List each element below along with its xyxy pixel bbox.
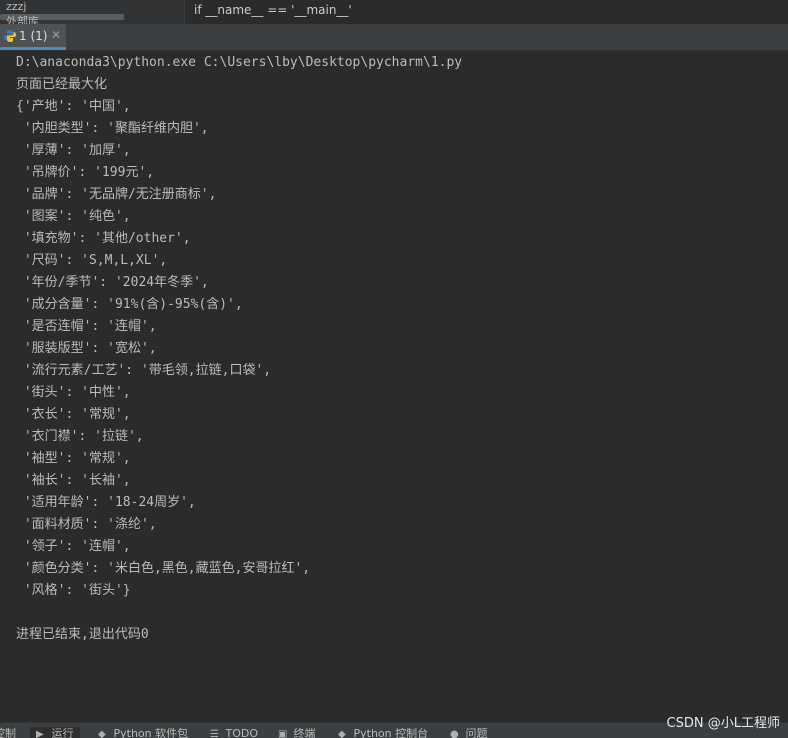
console-line: '衣长': '常规',	[16, 407, 131, 422]
tool-window-console[interactable]: 控制	[0, 727, 16, 738]
project-folder-label[interactable]: zzzj	[6, 0, 26, 13]
watermark: CSDN @小L工程师	[666, 716, 780, 731]
close-icon[interactable]: ✕	[51, 28, 61, 42]
console-line: {'产地': '中国',	[16, 99, 131, 114]
console-line: '领子': '连帽',	[16, 539, 131, 554]
run-tab-bar: 1 (1) ✕	[0, 24, 788, 51]
console-line: '服装版型': '宽松',	[16, 341, 157, 356]
console-line: D:\anaconda3\python.exe C:\Users\lby\Des…	[16, 55, 463, 70]
console-line: '袖长': '长袖',	[16, 473, 131, 488]
tool-window-terminal[interactable]: ▣ 终端	[278, 727, 316, 738]
tool-window-todo[interactable]: ☰ TODO	[210, 727, 258, 738]
project-panel: zzzj 外部库	[0, 0, 185, 24]
run-console-output[interactable]: D:\anaconda3\python.exe C:\Users\lby\Des…	[16, 52, 776, 646]
console-line: '尺码': 'S,M,L,XL',	[16, 253, 168, 268]
console-line: 页面已经最大化	[16, 77, 108, 92]
top-strip: zzzj 外部库 if __name__ == '__main__'	[0, 0, 788, 24]
console-line: '适用年龄': '18-24周岁',	[16, 495, 196, 510]
console-line: '流行元素/工艺': '带毛领,拉链,口袋',	[16, 363, 272, 378]
tool-window-todo-label: TODO	[225, 727, 259, 738]
console-line: '面料材质': '涤纶',	[16, 517, 157, 532]
console-line: '吊牌价': '199元',	[16, 165, 155, 180]
tool-window-run-label: 运行	[51, 727, 74, 738]
console-line: '衣门襟': '拉链',	[16, 429, 144, 444]
tool-window-python-packages-label: Python 软件包	[113, 727, 189, 738]
tool-window-python-console[interactable]: ◆ Python 控制台	[338, 727, 428, 738]
console-line: '是否连帽': '连帽',	[16, 319, 157, 334]
console-line: '街头': '中性',	[16, 385, 131, 400]
python-icon	[4, 30, 16, 42]
tool-window-console-label: 控制	[0, 727, 16, 738]
tool-window-python-console-label: Python 控制台	[353, 727, 429, 738]
tool-window-terminal-label: 终端	[293, 727, 316, 738]
tool-window-problems-label: 问题	[465, 727, 488, 738]
console-line: '颜色分类': '米白色,黑色,藏蓝色,安哥拉红',	[16, 561, 311, 576]
tool-window-run[interactable]: ▶ 运行	[30, 727, 80, 738]
run-tab-label: 1 (1)	[19, 29, 48, 43]
console-line: '成分含量': '91%(含)-95%(含)',	[16, 297, 243, 312]
run-tab[interactable]: 1 (1) ✕	[0, 24, 66, 50]
console-line: '风格': '街头'}	[16, 583, 131, 598]
console-line: 进程已结束,退出代码0	[16, 627, 149, 642]
editor-code-line[interactable]: if __name__ == '__main__'	[194, 3, 352, 17]
external-libraries-label[interactable]: 外部库	[6, 14, 39, 24]
console-line: '内胆类型': '聚酯纤维内胆',	[16, 121, 209, 136]
console-line: '图案': '纯色',	[16, 209, 131, 224]
console-line: '品牌': '无品牌/无注册商标',	[16, 187, 217, 202]
console-line: '年份/季节': '2024年冬季',	[16, 275, 209, 290]
tool-window-python-packages[interactable]: ◆ Python 软件包	[98, 727, 188, 738]
tool-window-problems[interactable]: ● 问题	[450, 727, 488, 738]
console-line: '填充物': '其他/other',	[16, 231, 191, 246]
console-line: '袖型': '常规',	[16, 451, 131, 466]
console-line: '厚薄': '加厚',	[16, 143, 131, 158]
